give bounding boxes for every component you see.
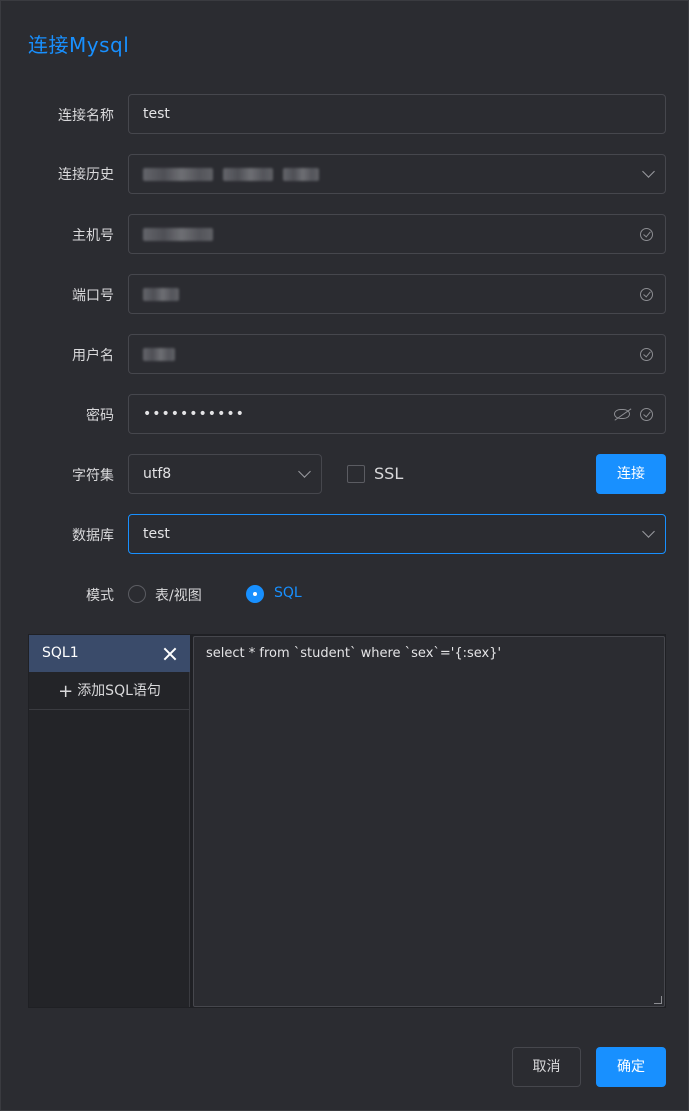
redacted-text xyxy=(143,167,213,181)
charset-value: utf8 xyxy=(143,466,172,482)
host-input[interactable] xyxy=(128,214,666,254)
sql-tab-label: SQL1 xyxy=(42,645,79,661)
eye-off-icon[interactable] xyxy=(614,409,630,419)
check-circle-icon xyxy=(640,407,653,421)
add-sql-label: 添加SQL语句 xyxy=(77,683,161,699)
sql-tab-item[interactable]: SQL1 xyxy=(29,635,190,672)
password-input[interactable]: ••••••••••• xyxy=(128,394,666,434)
plus-icon: + xyxy=(58,681,74,702)
ok-button[interactable]: 确定 xyxy=(596,1047,666,1087)
check-circle-icon xyxy=(640,287,653,301)
redacted-text xyxy=(283,167,319,181)
sql-editor[interactable]: select * from `student` where `sex`='{:s… xyxy=(193,636,665,1007)
chevron-down-icon xyxy=(642,165,655,178)
mode-table-label[interactable]: 表/视图 xyxy=(155,585,202,605)
database-select[interactable]: test xyxy=(128,514,666,554)
conn-history-label: 连接历史 xyxy=(58,167,114,183)
conn-name-input[interactable]: test xyxy=(128,94,666,134)
add-sql-button[interactable]: + 添加SQL语句 xyxy=(29,673,190,710)
check-circle-icon xyxy=(640,227,653,241)
check-circle-icon xyxy=(640,347,653,361)
resize-grip-icon[interactable] xyxy=(654,996,662,1004)
mode-sql-radio[interactable] xyxy=(246,585,264,603)
mode-table-radio[interactable] xyxy=(128,585,146,603)
charset-select[interactable]: utf8 xyxy=(128,454,322,494)
username-input[interactable] xyxy=(128,334,666,374)
host-label: 主机号 xyxy=(72,228,114,244)
sql-query-text: select * from `student` where `sex`='{:s… xyxy=(206,646,502,661)
conn-name-label: 连接名称 xyxy=(58,108,114,124)
username-label: 用户名 xyxy=(72,348,114,364)
redacted-text xyxy=(223,167,273,181)
redacted-text xyxy=(143,227,213,241)
connect-button[interactable]: 连接 xyxy=(596,454,666,494)
conn-history-select[interactable] xyxy=(128,154,666,194)
port-label: 端口号 xyxy=(72,288,114,304)
chevron-down-icon xyxy=(298,465,311,478)
mysql-connect-dialog: 连接Mysql 连接名称 test 连接历史 主机号 端口号 用户名 密码 ••… xyxy=(0,0,689,1111)
cancel-button[interactable]: 取消 xyxy=(512,1047,581,1087)
ssl-label: SSL xyxy=(374,464,404,483)
sql-tab-list: SQL1 + 添加SQL语句 xyxy=(29,635,190,1007)
dialog-title: 连接Mysql xyxy=(28,33,130,57)
database-value: test xyxy=(143,526,170,542)
database-label: 数据库 xyxy=(72,528,114,544)
redacted-text xyxy=(143,347,175,361)
conn-name-value: test xyxy=(143,106,170,122)
password-value: ••••••••••• xyxy=(143,406,245,422)
charset-label: 字符集 xyxy=(72,468,114,484)
chevron-down-icon xyxy=(642,525,655,538)
redacted-text xyxy=(143,287,179,301)
mode-label: 模式 xyxy=(86,588,114,604)
port-input[interactable] xyxy=(128,274,666,314)
close-icon[interactable] xyxy=(163,647,176,660)
password-label: 密码 xyxy=(86,408,114,424)
sql-panel: SQL1 + 添加SQL语句 select * from `student` wh… xyxy=(28,634,666,1008)
mode-sql-label[interactable]: SQL xyxy=(274,585,302,601)
ssl-checkbox[interactable] xyxy=(347,465,365,483)
